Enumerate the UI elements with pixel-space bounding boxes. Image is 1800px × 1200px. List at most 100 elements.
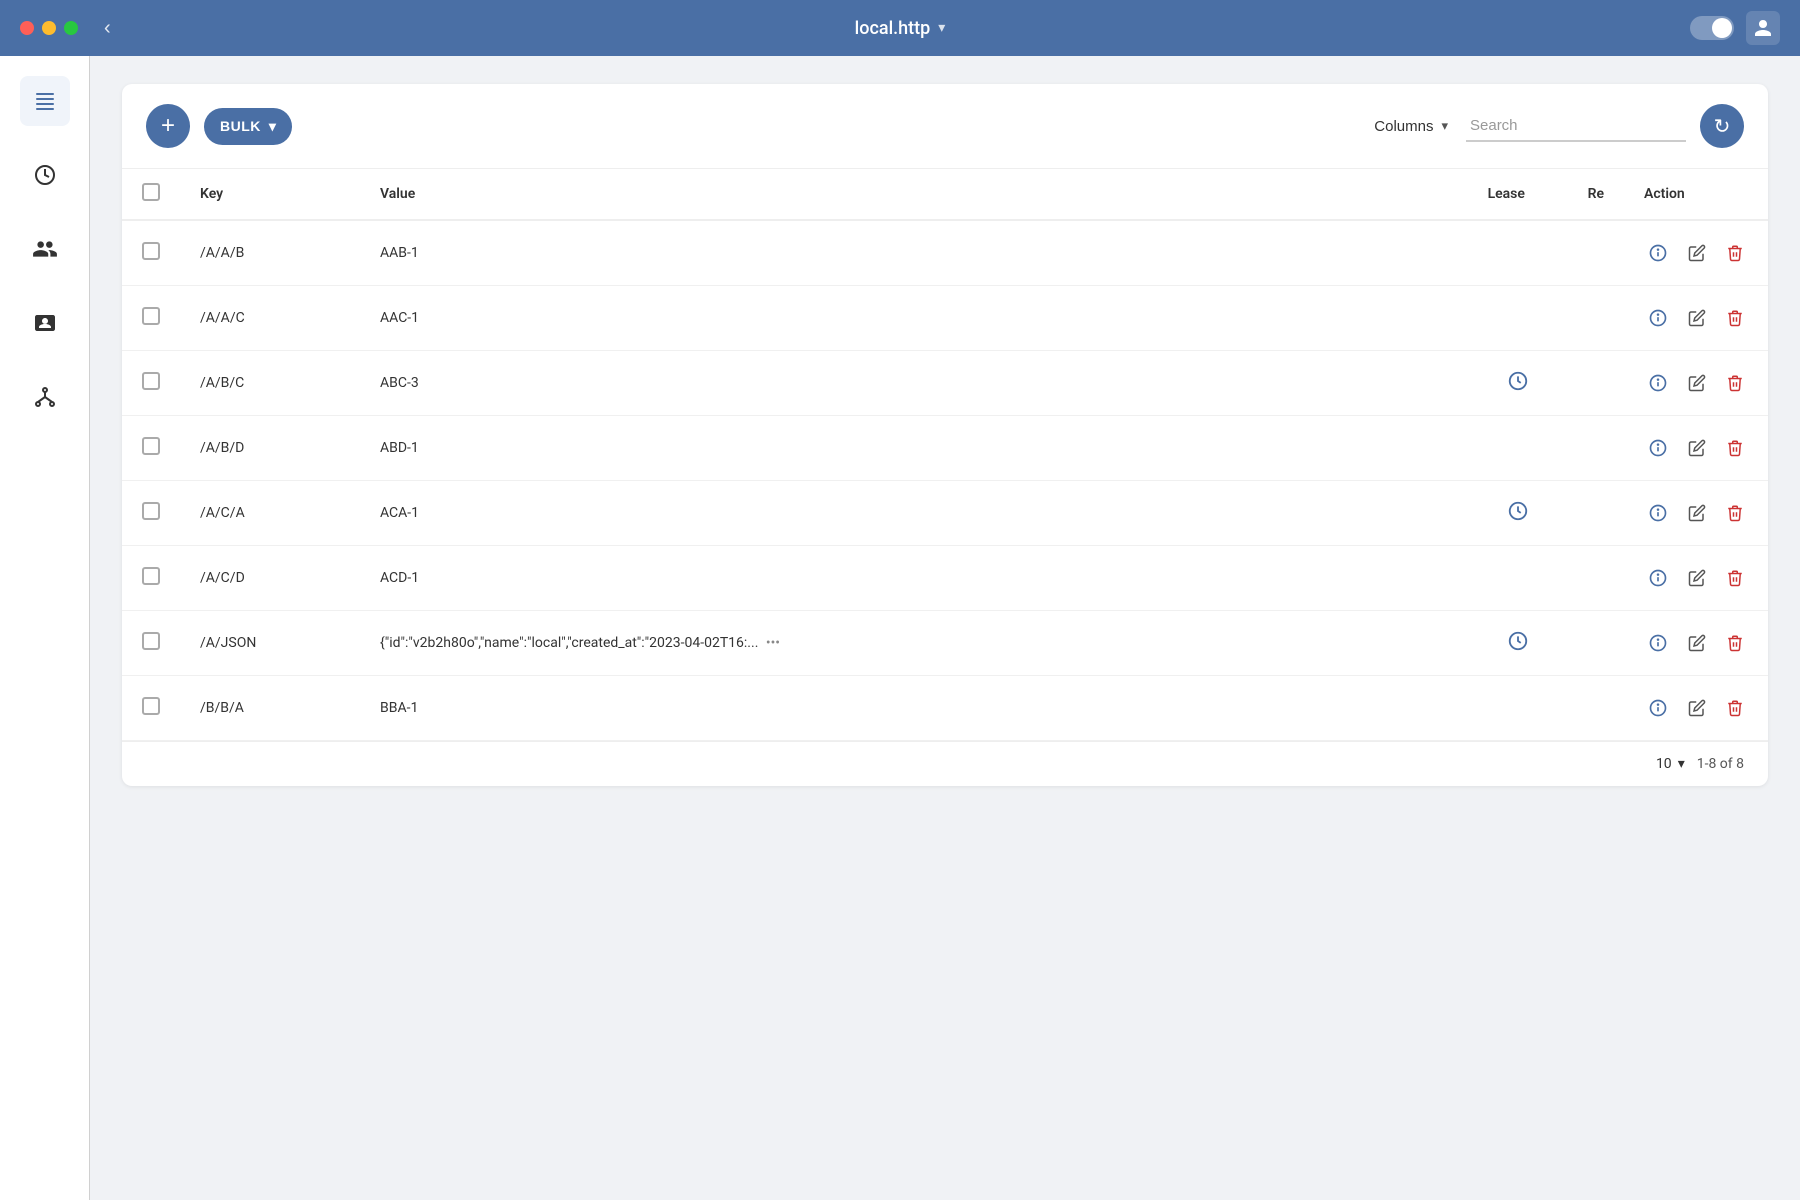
select-all-checkbox[interactable] xyxy=(142,183,160,201)
info-button[interactable] xyxy=(1644,694,1672,722)
theme-toggle-knob xyxy=(1712,18,1732,38)
info-icon xyxy=(1648,633,1668,653)
header-row: Key Value Lease Re Action xyxy=(122,169,1768,220)
users-icon xyxy=(32,236,58,262)
row-checkbox[interactable] xyxy=(142,372,160,390)
row-checkbox[interactable] xyxy=(142,437,160,455)
cell-lease xyxy=(1468,286,1568,351)
edit-button[interactable] xyxy=(1684,695,1710,721)
edit-button[interactable] xyxy=(1684,240,1710,266)
delete-icon xyxy=(1726,244,1744,262)
bulk-button[interactable]: BULK ▾ xyxy=(204,108,292,145)
lease-clock-icon xyxy=(1507,373,1529,397)
cell-re xyxy=(1568,286,1624,351)
user-icon-button[interactable] xyxy=(1746,11,1780,45)
branch-icon xyxy=(33,385,57,409)
sidebar-item-branch[interactable] xyxy=(20,372,70,422)
edit-button[interactable] xyxy=(1684,500,1710,526)
edit-button[interactable] xyxy=(1684,565,1710,591)
search-input[interactable] xyxy=(1470,117,1670,134)
info-icon xyxy=(1648,438,1668,458)
info-button[interactable] xyxy=(1644,629,1672,657)
header-lease: Lease xyxy=(1468,169,1568,220)
cell-value: ABC-3 xyxy=(360,351,1468,416)
cell-key: /A/A/C xyxy=(180,286,360,351)
info-button[interactable] xyxy=(1644,499,1672,527)
row-checkbox[interactable] xyxy=(142,502,160,520)
cell-re xyxy=(1568,416,1624,481)
titlebar: ‹ local.http ▾ xyxy=(0,0,1800,56)
add-button[interactable]: + xyxy=(146,104,190,148)
delete-button[interactable] xyxy=(1722,240,1748,266)
row-checkbox[interactable] xyxy=(142,632,160,650)
info-button[interactable] xyxy=(1644,369,1672,397)
sidebar-item-users[interactable] xyxy=(20,224,70,274)
delete-button[interactable] xyxy=(1722,305,1748,331)
cell-lease xyxy=(1468,676,1568,741)
titlebar-right xyxy=(1690,11,1780,45)
cell-re xyxy=(1568,546,1624,611)
table-row: /A/C/DACD-1 xyxy=(122,546,1768,611)
data-table: Key Value Lease Re Action /A/A/BAAB-1 xyxy=(122,169,1768,741)
cell-value: ACD-1 xyxy=(360,546,1468,611)
sidebar-item-list[interactable] xyxy=(20,76,70,126)
header-checkbox-col xyxy=(122,169,180,220)
row-checkbox[interactable] xyxy=(142,697,160,715)
edit-button[interactable] xyxy=(1684,630,1710,656)
info-button[interactable] xyxy=(1644,564,1672,592)
delete-button[interactable] xyxy=(1722,500,1748,526)
row-checkbox[interactable] xyxy=(142,307,160,325)
cell-key: /A/C/A xyxy=(180,481,360,546)
minimize-traffic-light[interactable] xyxy=(42,21,56,35)
back-button[interactable]: ‹ xyxy=(104,17,111,40)
cell-action xyxy=(1624,416,1768,481)
close-traffic-light[interactable] xyxy=(20,21,34,35)
table-row: /A/A/CAAC-1 xyxy=(122,286,1768,351)
sidebar-item-clock[interactable] xyxy=(20,150,70,200)
cell-re xyxy=(1568,611,1624,676)
delete-button[interactable] xyxy=(1722,565,1748,591)
info-button[interactable] xyxy=(1644,239,1672,267)
sidebar-item-id[interactable] xyxy=(20,298,70,348)
cell-re xyxy=(1568,676,1624,741)
delete-icon xyxy=(1726,569,1744,587)
row-checkbox[interactable] xyxy=(142,242,160,260)
info-icon xyxy=(1648,308,1668,328)
lease-clock-icon xyxy=(1507,503,1529,527)
id-card-icon xyxy=(33,311,57,335)
per-page-arrow[interactable]: ▾ xyxy=(1678,756,1685,772)
maximize-traffic-light[interactable] xyxy=(64,21,78,35)
edit-button[interactable] xyxy=(1684,305,1710,331)
delete-button[interactable] xyxy=(1722,695,1748,721)
table-row: /A/B/DABD-1 xyxy=(122,416,1768,481)
per-page-selector: 10 ▾ xyxy=(1656,756,1685,772)
delete-button[interactable] xyxy=(1722,435,1748,461)
ellipsis-icon: ••• xyxy=(766,635,780,651)
sidebar xyxy=(0,56,90,1200)
delete-icon xyxy=(1726,439,1744,457)
cell-value: AAB-1 xyxy=(360,220,1468,286)
refresh-icon: ↻ xyxy=(1714,114,1731,139)
bulk-arrow: ▾ xyxy=(269,118,277,135)
delete-icon xyxy=(1726,699,1744,717)
delete-button[interactable] xyxy=(1722,370,1748,396)
info-button[interactable] xyxy=(1644,434,1672,462)
refresh-button[interactable]: ↻ xyxy=(1700,104,1744,148)
title-dropdown-arrow[interactable]: ▾ xyxy=(938,20,945,36)
cell-value: ACA-1 xyxy=(360,481,1468,546)
table-footer: 10 ▾ 1-8 of 8 xyxy=(122,741,1768,786)
info-button[interactable] xyxy=(1644,304,1672,332)
cell-value: {"id":"v2b2h80o","name":"local","created… xyxy=(360,611,1468,676)
theme-toggle-button[interactable] xyxy=(1690,16,1734,40)
edit-icon xyxy=(1688,699,1706,717)
pagination-info: 1-8 of 8 xyxy=(1697,756,1744,772)
content-area: + BULK ▾ Columns ▾ ↻ xyxy=(90,56,1800,1200)
main-layout: + BULK ▾ Columns ▾ ↻ xyxy=(0,56,1800,1200)
edit-icon xyxy=(1688,504,1706,522)
columns-button[interactable]: Columns ▾ xyxy=(1370,110,1452,143)
edit-button[interactable] xyxy=(1684,435,1710,461)
delete-button[interactable] xyxy=(1722,630,1748,656)
row-checkbox[interactable] xyxy=(142,567,160,585)
edit-button[interactable] xyxy=(1684,370,1710,396)
info-icon xyxy=(1648,243,1668,263)
